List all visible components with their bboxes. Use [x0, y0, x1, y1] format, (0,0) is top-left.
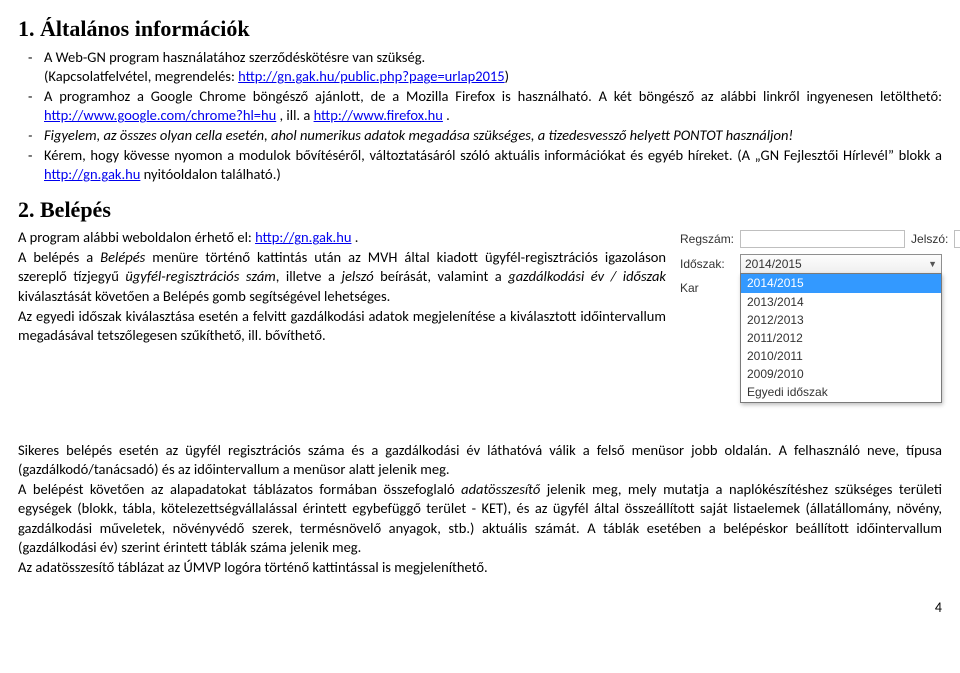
text: Kérem, hogy kövesse nyomon a modulok bőv…	[44, 146, 942, 164]
period-option[interactable]: 2011/2012	[741, 329, 941, 347]
text: kiválasztását követően a Belépés gomb se…	[18, 287, 390, 305]
period-option[interactable]: 2013/2014	[741, 293, 941, 311]
text: Belépés	[100, 248, 145, 266]
login-widget: Regszám: Jelszó: Időszak: 2014/2015 ▼ 20…	[680, 230, 942, 434]
period-option[interactable]: 2012/2013	[741, 311, 941, 329]
heading-section-2: 2. Belépés	[18, 195, 942, 225]
heading-section-1: 1. Általános információk	[18, 14, 942, 44]
text: A belépést követően az alapadatokat tábl…	[18, 480, 461, 498]
period-label: Időszak:	[680, 256, 734, 272]
text: A program alábbi weboldalon érhető el:	[18, 228, 255, 246]
period-selected-value: 2014/2015	[745, 256, 802, 272]
period-option[interactable]: 2010/2011	[741, 347, 941, 365]
text: A Web-GN program használatához szerződés…	[44, 48, 425, 66]
period-option[interactable]: 2014/2015	[741, 274, 941, 292]
text: A programhoz a Google Chrome böngésző aj…	[44, 87, 942, 105]
link-gn-gak[interactable]: http://gn.gak.hu	[44, 165, 140, 183]
belepes-para-4: Sikeres belépés esetén az ügyfél regiszt…	[18, 441, 942, 480]
belepes-para-6: Az adatösszesítő táblázat az ÚMVP logóra…	[18, 558, 942, 578]
reg-number-input[interactable]	[740, 230, 905, 248]
text: nyitóoldalon található.)	[140, 165, 280, 183]
kar-label: Kar	[680, 280, 734, 296]
period-dropdown-list: 2014/2015 2013/2014 2012/2013 2011/2012 …	[740, 273, 942, 402]
info-item-3-warning: Figyelem, az összes olyan cella esetén, …	[18, 126, 942, 146]
text: beírását, valamint a	[374, 267, 509, 285]
text: (Kapcsolatfelvétel, megrendelés:	[44, 67, 238, 85]
period-option[interactable]: Egyedi időszak	[741, 383, 941, 401]
text: adatösszesítő	[461, 480, 540, 498]
text: , illetve a	[276, 267, 342, 285]
text: .	[351, 228, 358, 246]
text: ügyfél-regisztrációs szám	[125, 267, 275, 285]
link-app-url[interactable]: http://gn.gak.hu	[255, 228, 351, 246]
text: gazdálkodási év / időszak	[508, 267, 666, 285]
info-item-4: Kérem, hogy kövesse nyomon a modulok bőv…	[18, 146, 942, 185]
page-number: 4	[18, 599, 942, 618]
info-list: A Web-GN program használatához szerződés…	[18, 48, 942, 185]
reg-number-label: Regszám:	[680, 231, 734, 247]
text: jelszó	[341, 267, 373, 285]
text: , ill. a	[276, 106, 313, 124]
link-order-form[interactable]: http://gn.gak.hu/public.php?page=urlap20…	[238, 67, 505, 85]
text: A belépés a	[18, 248, 100, 266]
password-label: Jelszó:	[911, 231, 948, 247]
info-item-2: A programhoz a Google Chrome böngésző aj…	[18, 87, 942, 126]
belepes-para-5: A belépést követően az alapadatokat tábl…	[18, 480, 942, 558]
info-item-1: A Web-GN program használatához szerződés…	[18, 48, 942, 87]
period-option[interactable]: 2009/2010	[741, 365, 941, 383]
chevron-down-icon: ▼	[928, 258, 937, 270]
text: .	[443, 106, 450, 124]
text: )	[505, 67, 509, 85]
password-input[interactable]	[954, 230, 960, 248]
period-dropdown[interactable]: 2014/2015 ▼	[740, 254, 942, 274]
link-firefox[interactable]: http://www.firefox.hu	[314, 106, 443, 124]
link-chrome[interactable]: http://www.google.com/chrome?hl=hu	[44, 106, 276, 124]
